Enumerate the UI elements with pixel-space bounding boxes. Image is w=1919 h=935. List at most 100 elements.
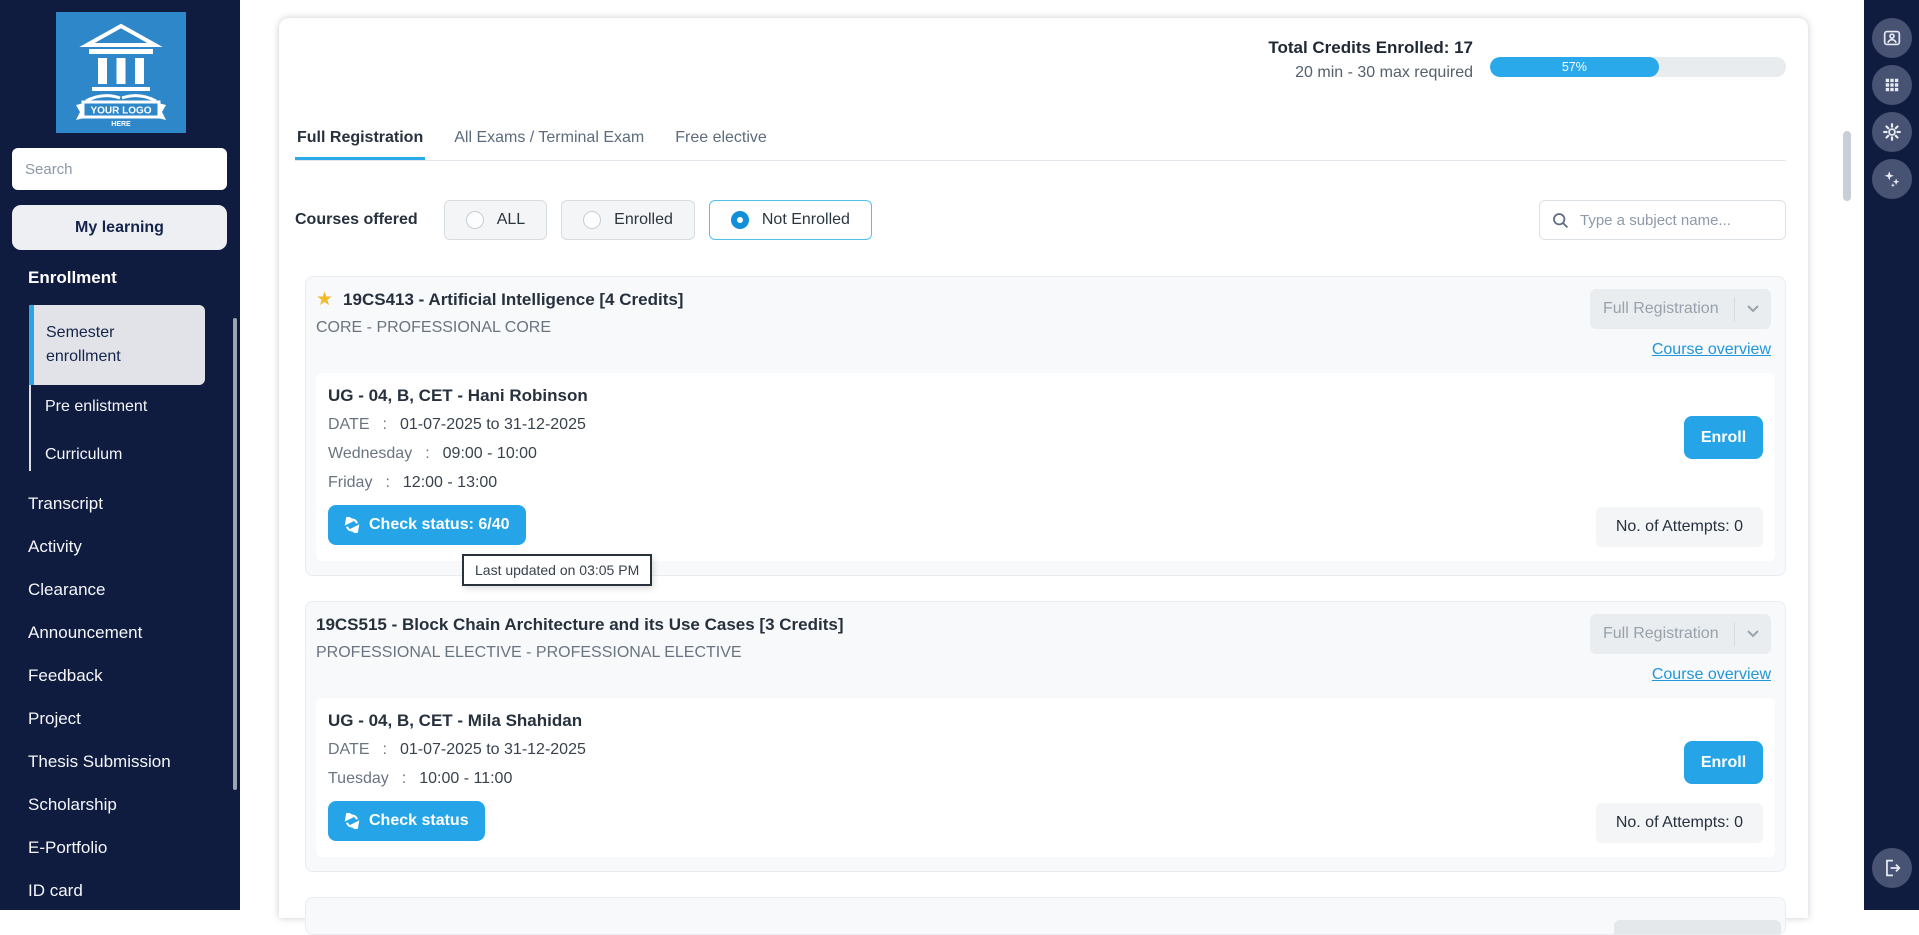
course-overview-link[interactable]: Course overview xyxy=(1652,341,1771,359)
sidebar-item-clearance[interactable]: Clearance xyxy=(0,568,240,611)
course-overview-link[interactable]: Course overview xyxy=(1652,666,1771,684)
check-status-label: Check status: 6/40 xyxy=(369,516,510,534)
sidebar-item-scholarship[interactable]: Scholarship xyxy=(0,783,240,826)
sidebar-item-project[interactable]: Project xyxy=(0,697,240,740)
chevron-down-icon xyxy=(1734,622,1771,646)
schedule-row: Wednesday : 09:00 - 10:00 xyxy=(328,443,1763,464)
school-logo: YOUR LOGO HERE xyxy=(56,12,186,133)
sidebar-item-pre-enlistment[interactable]: Pre enlistment xyxy=(45,398,147,416)
apps-grid-button[interactable] xyxy=(1872,65,1912,105)
sidebar-scrollbar[interactable] xyxy=(233,318,237,790)
registration-type-dropdown[interactable]: Full Registration xyxy=(1590,289,1771,329)
refresh-icon xyxy=(344,517,360,533)
schedule-label: Friday xyxy=(328,472,372,493)
attempts-badge: No. of Attempts: 0 xyxy=(1596,507,1763,547)
sidebar-item-thesis-submission[interactable]: Thesis Submission xyxy=(0,740,240,783)
settings-button[interactable] xyxy=(1872,112,1912,152)
courses-offered-label: Courses offered xyxy=(295,211,418,229)
registration-tabs: Full Registration All Exams / Terminal E… xyxy=(295,115,1786,161)
sparkles-icon xyxy=(1881,168,1903,190)
tab-all-exams-terminal-exam[interactable]: All Exams / Terminal Exam xyxy=(452,115,646,160)
sidebar-item-transcript[interactable]: Transcript xyxy=(0,482,240,525)
sidebar-item-semester-enrollment[interactable]: Semester enrollment xyxy=(29,305,205,385)
tab-full-registration[interactable]: Full Registration xyxy=(295,115,425,160)
schedule-value: 01-07-2025 to 31-12-2025 xyxy=(400,739,586,760)
radio-unchecked-icon xyxy=(466,211,484,229)
last-updated-tooltip: Last updated on 03:05 PM xyxy=(462,554,652,586)
schedule-value: 09:00 - 10:00 xyxy=(443,443,537,464)
schedule-separator: : xyxy=(382,414,386,435)
sidebar-item-e-portfolio[interactable]: E-Portfolio xyxy=(0,826,240,869)
radio-unchecked-icon xyxy=(583,211,601,229)
contact-badge-icon xyxy=(1881,27,1903,49)
course-title: 19CS515 - Block Chain Architecture and i… xyxy=(316,614,844,635)
search-icon xyxy=(1552,212,1569,229)
logout-button[interactable] xyxy=(1872,848,1912,888)
schedule-row: Tuesday : 10:00 - 11:00 xyxy=(328,768,1763,789)
ai-assistant-button[interactable] xyxy=(1872,159,1912,199)
enroll-button[interactable]: Enroll xyxy=(1684,741,1763,784)
schedule-label: DATE xyxy=(328,739,369,760)
sidebar-item-feedback[interactable]: Feedback xyxy=(0,654,240,697)
sidebar-item-activity[interactable]: Activity xyxy=(0,525,240,568)
courses-filter-row: Courses offered ALL Enrolled Not Enrolle… xyxy=(295,200,1786,240)
grid-icon xyxy=(1882,75,1902,95)
credits-requirement-label: 20 min - 30 max required xyxy=(1268,64,1473,82)
schedule-value: 01-07-2025 to 31-12-2025 xyxy=(400,414,586,435)
section-info: UG - 04, B, CET - Mila Shahidan xyxy=(328,710,1763,731)
schedule-value: 10:00 - 11:00 xyxy=(419,768,512,789)
schedule-row: DATE : 01-07-2025 to 31-12-2025 xyxy=(328,739,1763,760)
schedule-separator: : xyxy=(402,768,406,789)
logo-text-line2: HERE xyxy=(111,121,131,128)
registration-type-dropdown[interactable] xyxy=(1614,920,1781,935)
tab-free-elective[interactable]: Free elective xyxy=(673,115,769,160)
bank-building-icon: YOUR LOGO HERE xyxy=(56,12,186,133)
check-status-button[interactable]: Check status: 6/40 xyxy=(328,505,526,545)
filter-enrolled-label: Enrolled xyxy=(614,211,673,229)
schedule-value: 12:00 - 13:00 xyxy=(403,472,497,493)
subject-search-input[interactable] xyxy=(1578,211,1773,230)
filter-radio-not-enrolled[interactable]: Not Enrolled xyxy=(709,200,872,240)
course-card-19cs413: ★ 19CS413 - Artificial Intelligence [4 C… xyxy=(305,276,1786,576)
my-learning-button[interactable]: My learning xyxy=(12,205,227,250)
enroll-button[interactable]: Enroll xyxy=(1684,416,1763,459)
attempts-badge: No. of Attempts: 0 xyxy=(1596,803,1763,843)
course-section-block: UG - 04, B, CET - Hani Robinson DATE : 0… xyxy=(316,373,1775,561)
course-title: 19CS413 - Artificial Intelligence [4 Cre… xyxy=(343,289,683,310)
sidebar-item-id-card[interactable]: ID card xyxy=(0,869,240,912)
course-card-partial xyxy=(305,897,1786,935)
credits-progress-bar: 57% xyxy=(1490,57,1786,77)
logout-icon xyxy=(1881,857,1903,879)
subject-search-box xyxy=(1539,200,1786,240)
check-status-label: Check status xyxy=(369,812,469,830)
credits-progress-fill: 57% xyxy=(1490,57,1659,77)
schedule-separator: : xyxy=(385,472,389,493)
check-status-button[interactable]: Check status xyxy=(328,801,485,841)
filter-radio-all[interactable]: ALL xyxy=(444,200,547,240)
sidebar-search-input[interactable] xyxy=(12,148,227,190)
schedule-separator: : xyxy=(382,739,386,760)
course-card-19cs515: 19CS515 - Block Chain Architecture and i… xyxy=(305,601,1786,872)
course-category: PROFESSIONAL ELECTIVE - PROFESSIONAL ELE… xyxy=(316,642,844,663)
sidebar-item-curriculum[interactable]: Curriculum xyxy=(45,446,122,464)
schedule-label: Tuesday xyxy=(328,768,389,789)
refresh-icon xyxy=(344,813,360,829)
schedule-separator: : xyxy=(425,443,429,464)
left-sidebar: YOUR LOGO HERE My learning Enrollment Se… xyxy=(0,0,240,910)
filter-radio-enrolled[interactable]: Enrolled xyxy=(561,200,695,240)
registration-type-dropdown[interactable]: Full Registration xyxy=(1590,614,1771,654)
filter-not-enrolled-label: Not Enrolled xyxy=(762,211,850,229)
contact-card-button[interactable] xyxy=(1872,18,1912,58)
page-scrollbar[interactable] xyxy=(1843,131,1851,201)
course-section-block: UG - 04, B, CET - Mila Shahidan DATE : 0… xyxy=(316,698,1775,857)
sidebar-nav: Transcript Activity Clearance Announceme… xyxy=(0,482,240,912)
star-icon[interactable]: ★ xyxy=(316,289,333,310)
schedule-row: Friday : 12:00 - 13:00 xyxy=(328,472,1763,493)
sidebar-section-enrollment[interactable]: Enrollment xyxy=(28,268,117,288)
course-card-header: 19CS515 - Block Chain Architecture and i… xyxy=(316,614,1775,684)
logo-text-line1: YOUR LOGO xyxy=(90,106,151,117)
sidebar-item-announcement[interactable]: Announcement xyxy=(0,611,240,654)
filter-all-label: ALL xyxy=(497,211,525,229)
course-list: ★ 19CS413 - Artificial Intelligence [4 C… xyxy=(305,276,1786,935)
chevron-down-icon xyxy=(1734,297,1771,321)
